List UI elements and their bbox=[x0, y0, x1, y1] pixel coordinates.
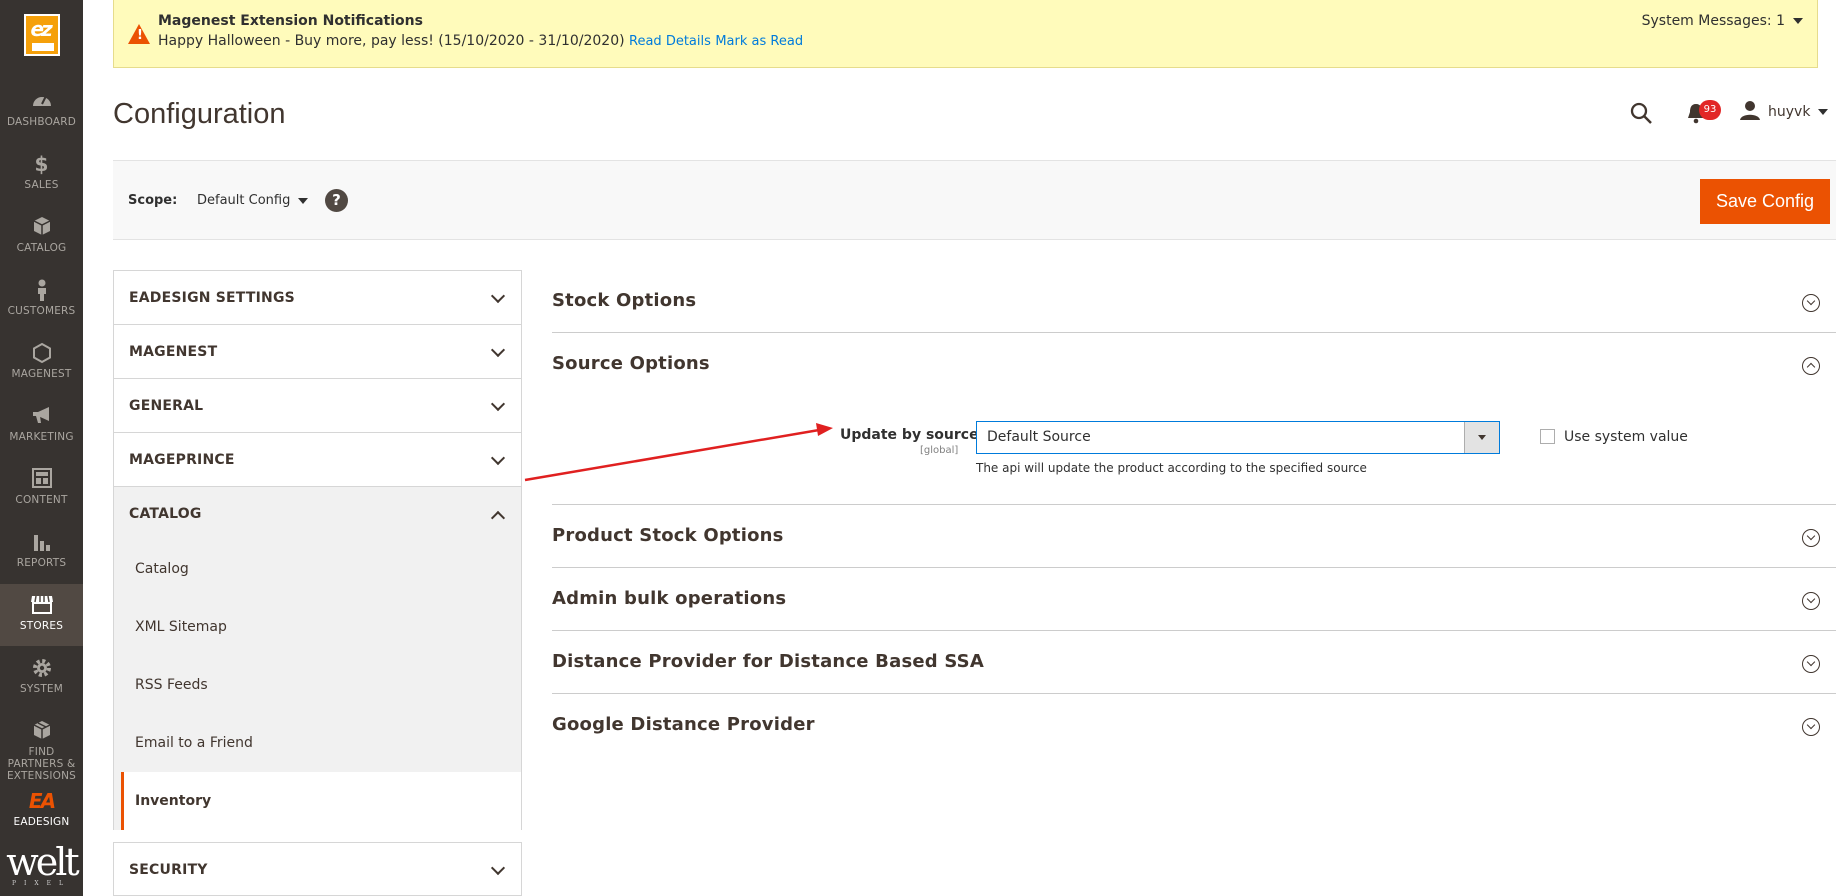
notification-title: Magenest Extension Notifications bbox=[158, 13, 423, 29]
read-details-link[interactable]: Read Details bbox=[629, 34, 711, 49]
menu-item-customers[interactable]: CUSTOMERS bbox=[0, 269, 83, 331]
subitem-rss-feeds[interactable]: RSS Feeds bbox=[114, 656, 521, 714]
menu-item-magenest[interactable]: MAGENEST bbox=[0, 332, 83, 394]
section-product-stock-options[interactable]: Product Stock Options bbox=[552, 505, 1836, 568]
menu-item-system[interactable]: SYSTEM bbox=[0, 647, 83, 709]
checkbox-box[interactable] bbox=[1540, 429, 1555, 444]
section-admin-bulk-operations[interactable]: Admin bulk operations bbox=[552, 568, 1836, 631]
config-tabs: EADESIGN SETTINGS MAGENEST GENERAL MAGEP… bbox=[113, 270, 522, 896]
caret-down-icon bbox=[1818, 109, 1829, 115]
chevron-down-icon bbox=[490, 396, 506, 412]
notification-text: Happy Halloween - Buy more, pay less! (1… bbox=[158, 33, 804, 49]
annotation-arrow bbox=[524, 423, 833, 482]
chevron-down-icon bbox=[490, 288, 506, 304]
caret-down-icon bbox=[1793, 18, 1803, 24]
chevron-down-icon bbox=[490, 342, 506, 358]
tab-eadesign-settings[interactable]: EADESIGN SETTINGS bbox=[113, 270, 522, 324]
notifications-count-badge: 93 bbox=[1699, 100, 1721, 120]
system-messages-toggle[interactable]: System Messages: 1 bbox=[1642, 13, 1803, 29]
subitem-xml-sitemap[interactable]: XML Sitemap bbox=[114, 598, 521, 656]
menu-item-sales[interactable]: $ SALES bbox=[0, 143, 83, 205]
dashboard-icon bbox=[0, 90, 83, 112]
dollar-icon: $ bbox=[34, 152, 49, 176]
use-system-value-checkbox[interactable]: Use system value bbox=[1540, 429, 1688, 445]
scope-switcher[interactable]: Default Config bbox=[197, 193, 309, 208]
store-icon bbox=[0, 594, 83, 616]
chevron-down-icon bbox=[490, 860, 506, 876]
save-config-button[interactable]: Save Config bbox=[1700, 179, 1830, 224]
section-source-options-title[interactable]: Source Options bbox=[552, 353, 710, 374]
catalog-subitems: Catalog XML Sitemap RSS Feeds Email to a… bbox=[113, 540, 522, 830]
config-sections: Stock Options Source Options Update by s… bbox=[552, 270, 1836, 757]
menu-item-eadesign[interactable]: EA EADESIGN bbox=[0, 780, 83, 842]
menu-item-find-partners[interactable]: FIND PARTNERS & EXTENSIONS bbox=[0, 710, 83, 782]
megaphone-icon bbox=[0, 405, 83, 427]
select-arrow-icon bbox=[1464, 422, 1499, 453]
user-account-menu[interactable]: huyvk bbox=[1740, 100, 1829, 120]
tab-general[interactable]: GENERAL bbox=[113, 378, 522, 432]
expand-icon bbox=[1802, 294, 1820, 312]
menu-item-marketing[interactable]: MARKETING bbox=[0, 395, 83, 457]
section-distance-provider[interactable]: Distance Provider for Distance Based SSA bbox=[552, 631, 1836, 694]
subitem-catalog[interactable]: Catalog bbox=[114, 540, 521, 598]
subitem-email-to-a-friend[interactable]: Email to a Friend bbox=[114, 714, 521, 772]
mark-as-read-link[interactable]: Mark as Read bbox=[715, 34, 803, 49]
section-stock-options[interactable]: Stock Options bbox=[552, 270, 1836, 333]
chevron-down-icon bbox=[490, 450, 506, 466]
scope-help-icon[interactable]: ? bbox=[325, 189, 348, 212]
expand-icon bbox=[1802, 655, 1820, 673]
person-icon bbox=[0, 279, 83, 301]
update-by-source-label: Update by source bbox=[840, 427, 979, 443]
tab-security[interactable]: SECURITY bbox=[113, 842, 522, 896]
menu-item-stores[interactable]: STORES bbox=[0, 584, 83, 646]
puzzle-box-icon bbox=[0, 720, 83, 742]
page-title: Configuration bbox=[113, 98, 286, 130]
collapse-icon[interactable] bbox=[1802, 357, 1820, 375]
tab-magenest[interactable]: MAGENEST bbox=[113, 324, 522, 378]
menu-item-reports[interactable]: REPORTS bbox=[0, 521, 83, 583]
ea-logo-icon: EA bbox=[28, 789, 56, 813]
notification-bar: ! Magenest Extension Notifications Happy… bbox=[113, 0, 1818, 68]
admin-menu: ez DASHBOARD $ SALES CATALOG CUSTOMERS M… bbox=[0, 0, 83, 896]
section-google-distance-provider[interactable]: Google Distance Provider bbox=[552, 694, 1836, 757]
field-hint: The api will update the product accordin… bbox=[976, 461, 1367, 475]
menu-item-dashboard[interactable]: DASHBOARD bbox=[0, 80, 83, 142]
scope-bar: Scope: Default Config ? Save Config bbox=[113, 160, 1836, 240]
expand-icon bbox=[1802, 718, 1820, 736]
welt-logo: welt PIXEL bbox=[6, 840, 79, 887]
warning-icon: ! bbox=[128, 24, 150, 44]
box-icon bbox=[0, 216, 83, 238]
hexagon-icon bbox=[0, 342, 83, 364]
gear-icon bbox=[0, 657, 83, 679]
tab-catalog[interactable]: CATALOG bbox=[113, 486, 522, 540]
field-scope-note: [global] bbox=[920, 445, 959, 456]
user-icon bbox=[1740, 101, 1760, 120]
scope-label: Scope: bbox=[128, 193, 178, 208]
expand-icon bbox=[1802, 529, 1820, 547]
update-by-source-select[interactable]: Default Source bbox=[976, 421, 1500, 454]
menu-item-catalog[interactable]: CATALOG bbox=[0, 206, 83, 268]
menu-item-content[interactable]: CONTENT bbox=[0, 458, 83, 520]
search-icon[interactable] bbox=[1630, 102, 1652, 124]
layout-icon bbox=[0, 468, 83, 490]
ez-logo[interactable]: ez bbox=[23, 14, 60, 56]
bar-chart-icon bbox=[0, 531, 83, 553]
subitem-inventory[interactable]: Inventory bbox=[121, 772, 521, 830]
chevron-up-icon bbox=[490, 510, 506, 526]
expand-icon bbox=[1802, 592, 1820, 610]
caret-down-icon bbox=[298, 197, 309, 204]
tab-mageprince[interactable]: MAGEPRINCE bbox=[113, 432, 522, 486]
